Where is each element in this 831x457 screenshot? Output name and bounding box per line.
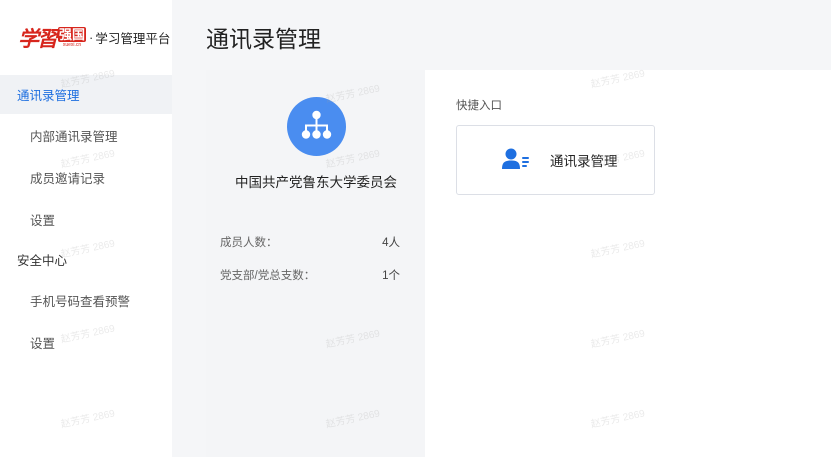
contacts-icon xyxy=(501,147,531,173)
member-count-label: 成员人数： xyxy=(220,237,278,249)
branch-count-row: 党支部/党总支数： 1个 xyxy=(220,267,400,283)
sidebar-item-phone-alert[interactable]: 手机号码查看预警 xyxy=(0,279,172,321)
sidebar-group-contacts[interactable]: 通讯录管理 xyxy=(0,75,172,114)
platform-name: 学习管理平台 xyxy=(95,32,171,46)
logo-box-main: 强国 xyxy=(58,27,87,42)
quick-entry-title: 快捷入口 xyxy=(456,100,502,112)
org-name: 中国共产党鲁东大学委员会 xyxy=(235,175,397,190)
sidebar: 学習 强国 xuexi.cn · 学习管理平台 通讯录管理 内部通讯录管理 成员… xyxy=(0,0,172,457)
logo-separator: · xyxy=(89,30,94,45)
quick-entry-panel: 快捷入口 通讯录管理 xyxy=(425,70,831,457)
sidebar-item-invite-records[interactable]: 成员邀请记录 xyxy=(0,156,172,198)
sidebar-item-security-settings[interactable]: 设置 xyxy=(0,321,172,363)
quick-card-label: 通讯录管理 xyxy=(550,154,618,169)
org-structure-icon xyxy=(287,97,346,156)
sidebar-item-internal-contacts[interactable]: 内部通讯录管理 xyxy=(0,114,172,156)
logo-mark: 学習 xyxy=(18,25,58,51)
branch-count-label: 党支部/党总支数： xyxy=(220,270,316,282)
org-info-panel: 中国共产党鲁东大学委员会 成员人数： 4人 党支部/党总支数： 1个 xyxy=(206,70,425,457)
page-title: 通讯录管理 xyxy=(206,26,321,52)
branch-count-value: 1个 xyxy=(382,270,400,282)
member-count-row: 成员人数： 4人 xyxy=(220,234,400,250)
logo-box-sub: xuexi.cn xyxy=(62,42,82,48)
member-count-value: 4人 xyxy=(382,237,400,249)
contacts-quick-card[interactable]: 通讯录管理 xyxy=(456,125,655,195)
platform-logo[interactable]: 学習 强国 xuexi.cn · 学习管理平台 xyxy=(0,0,172,75)
logo-box: 强国 xuexi.cn xyxy=(58,27,87,48)
sidebar-item-contacts-settings[interactable]: 设置 xyxy=(0,198,172,240)
sidebar-group-security[interactable]: 安全中心 xyxy=(0,240,172,279)
